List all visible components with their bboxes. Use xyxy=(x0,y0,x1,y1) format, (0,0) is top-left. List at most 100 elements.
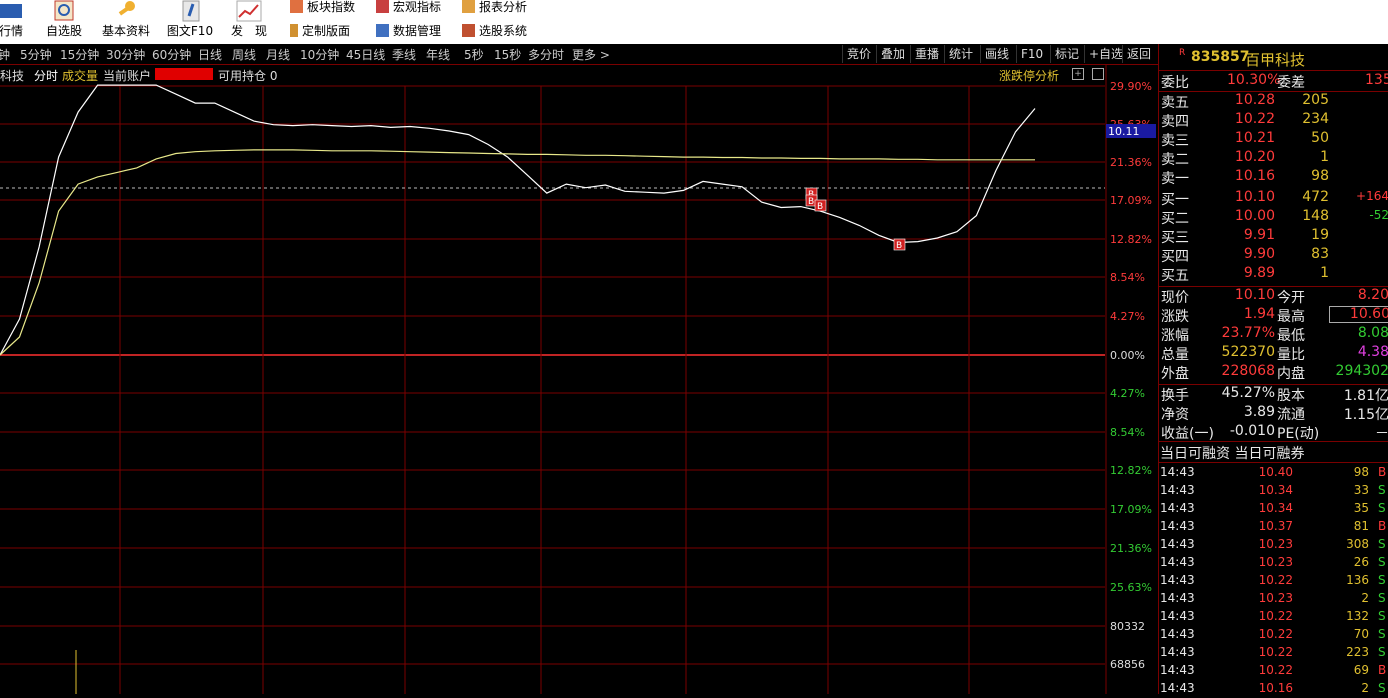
tick-row[interactable]: 14:43 10.22 69 B xyxy=(1159,662,1388,680)
tick-row[interactable]: 14:43 10.23 308 S xyxy=(1159,536,1388,554)
fundamental-row[interactable]: 收益(一) -0.010 PE(动) － xyxy=(1159,423,1388,442)
stat-label: 外盘 xyxy=(1161,366,1189,382)
tick-price: 10.23 xyxy=(1258,555,1293,569)
axis-label: 12.82% xyxy=(1110,464,1152,477)
tick-volume: 69 xyxy=(1353,663,1369,677)
tick-time: 14:43 xyxy=(1160,681,1195,695)
fundamental-value: 1.81亿 xyxy=(1343,388,1388,404)
tick-row[interactable]: 14:43 10.22 223 S xyxy=(1159,644,1388,662)
tick-volume: 308 xyxy=(1346,537,1369,551)
tick-time: 14:43 xyxy=(1160,627,1195,641)
tick-row[interactable]: 14:43 10.34 33 S xyxy=(1159,482,1388,500)
trade-markers: BBBB xyxy=(805,187,906,251)
tick-volume: 70 xyxy=(1353,627,1369,641)
tick-volume: 136 xyxy=(1346,573,1369,587)
tick-time: 14:43 xyxy=(1160,483,1195,497)
buy-level-label: 买三 xyxy=(1161,230,1189,246)
tick-time: 14:43 xyxy=(1160,573,1195,587)
stat-label: 量比 xyxy=(1277,347,1305,363)
tick-price: 10.34 xyxy=(1258,483,1293,497)
sell-volume: 234 xyxy=(1302,111,1329,127)
tick-row[interactable]: 14:43 10.23 26 S xyxy=(1159,554,1388,572)
sell-level-row[interactable]: 卖二 10.20 1 xyxy=(1159,149,1388,168)
tick-price: 10.22 xyxy=(1258,627,1293,641)
stats-row[interactable]: 涨跌 1.94 最高 10.60 xyxy=(1159,306,1388,325)
margin-row: 当日可融资 当日可融券 xyxy=(1159,443,1388,462)
sell-level-row[interactable]: 卖三 10.21 50 xyxy=(1159,130,1388,149)
tick-side: B xyxy=(1378,663,1387,677)
tick-price: 10.23 xyxy=(1258,591,1293,605)
axis-label: 17.09% xyxy=(1110,194,1152,207)
tick-row[interactable]: 14:43 10.16 2 S xyxy=(1159,680,1388,698)
axis-label: 25.63% xyxy=(1110,581,1152,594)
sell-level-row[interactable]: 卖四 10.22 234 xyxy=(1159,111,1388,130)
tick-side: S xyxy=(1378,501,1386,515)
tick-time: 14:43 xyxy=(1160,537,1195,551)
buy-level-row[interactable]: 买四 9.90 83 xyxy=(1159,246,1388,265)
sell-price: 10.22 xyxy=(1234,111,1275,127)
tick-side: B xyxy=(1378,465,1387,479)
buy-price: 9.89 xyxy=(1243,265,1275,281)
buy-change: -52 xyxy=(1369,208,1388,222)
buy-price: 9.90 xyxy=(1243,246,1275,262)
right-axis: 29.90% 25.63% 21.36% 17.09% 12.82% 8.54% 4.27%… xyxy=(1106,80,1156,671)
fundamental-value: -0.010 xyxy=(1229,423,1275,439)
tick-time: 14:43 xyxy=(1160,609,1195,623)
buy-price: 10.10 xyxy=(1234,189,1275,205)
axis-label: 4.27% xyxy=(1110,387,1145,400)
stats-row[interactable]: 外盘 228068 内盘 294302 xyxy=(1159,363,1388,382)
buy-price: 10.00 xyxy=(1234,208,1275,224)
fundamental-row[interactable]: 换手 45.27% 股本 1.81亿 xyxy=(1159,385,1388,404)
tick-row[interactable]: 14:43 10.37 81 B xyxy=(1159,518,1388,536)
price-line xyxy=(0,84,1036,356)
buy-level-row[interactable]: 买一 10.10 472 +164 xyxy=(1159,189,1388,208)
stat-value: 8.20 xyxy=(1357,287,1388,303)
tick-price: 10.40 xyxy=(1258,465,1293,479)
buy-level-row[interactable]: 买三 9.91 19 xyxy=(1159,227,1388,246)
tick-volume: 132 xyxy=(1346,609,1369,623)
sell-level-label: 卖五 xyxy=(1161,95,1189,111)
stats-row[interactable]: 总量 522370 量比 4.38 xyxy=(1159,344,1388,363)
tick-row[interactable]: 14:43 10.23 2 S xyxy=(1159,590,1388,608)
stat-label: 现价 xyxy=(1161,290,1189,306)
stat-label: 涨跌 xyxy=(1161,309,1189,325)
tick-time: 14:43 xyxy=(1160,465,1195,479)
tick-time: 14:43 xyxy=(1160,555,1195,569)
axis-label: 12.82% xyxy=(1110,233,1152,246)
stat-value: 10.10 xyxy=(1234,287,1275,303)
tick-row[interactable]: 14:43 10.22 132 S xyxy=(1159,608,1388,626)
tick-time: 14:43 xyxy=(1160,519,1195,533)
stats-row[interactable]: 现价 10.10 今开 8.20 xyxy=(1159,287,1388,306)
tick-row[interactable]: 14:43 10.40 98 B xyxy=(1159,464,1388,482)
tick-side: S xyxy=(1378,537,1386,551)
weibi-value: 10.30% xyxy=(1227,72,1281,88)
weibi-row: 委比 10.30% 委差 135 xyxy=(1159,72,1388,91)
average-line xyxy=(0,149,1035,356)
fundamental-value: 1.15亿 xyxy=(1343,407,1388,423)
fundamental-label: 换手 xyxy=(1161,388,1189,404)
tick-row[interactable]: 14:43 10.22 136 S xyxy=(1159,572,1388,590)
buy-level-row[interactable]: 买二 10.00 148 -52 xyxy=(1159,208,1388,227)
sell-level-label: 卖二 xyxy=(1161,152,1189,168)
fundamental-row[interactable]: 净资 3.89 流通 1.15亿 xyxy=(1159,404,1388,423)
tick-price: 10.34 xyxy=(1258,501,1293,515)
sell-volume: 98 xyxy=(1311,168,1329,184)
tick-row[interactable]: 14:43 10.22 70 S xyxy=(1159,626,1388,644)
tick-price: 10.16 xyxy=(1258,681,1293,695)
buy-level-label: 买二 xyxy=(1161,211,1189,227)
tick-row[interactable]: 14:43 10.34 35 S xyxy=(1159,500,1388,518)
stat-label: 最低 xyxy=(1277,328,1305,344)
tick-price: 10.37 xyxy=(1258,519,1293,533)
stat-value: 4.38 xyxy=(1357,344,1388,360)
sell-level-row[interactable]: 卖一 10.16 98 xyxy=(1159,168,1388,187)
tick-side: S xyxy=(1378,681,1386,695)
stock-code: 835857 xyxy=(1191,49,1250,65)
stats-row[interactable]: 涨幅 23.77% 最低 8.08 xyxy=(1159,325,1388,344)
axis-label: 68856 xyxy=(1110,658,1145,671)
buy-marker-label: B xyxy=(817,202,823,212)
tick-price: 10.23 xyxy=(1258,537,1293,551)
buy-level-row[interactable]: 买五 9.89 1 xyxy=(1159,265,1388,284)
tick-time: 14:43 xyxy=(1160,663,1195,677)
sell-price: 10.20 xyxy=(1234,149,1275,165)
sell-level-row[interactable]: 卖五 10.28 205 xyxy=(1159,92,1388,111)
